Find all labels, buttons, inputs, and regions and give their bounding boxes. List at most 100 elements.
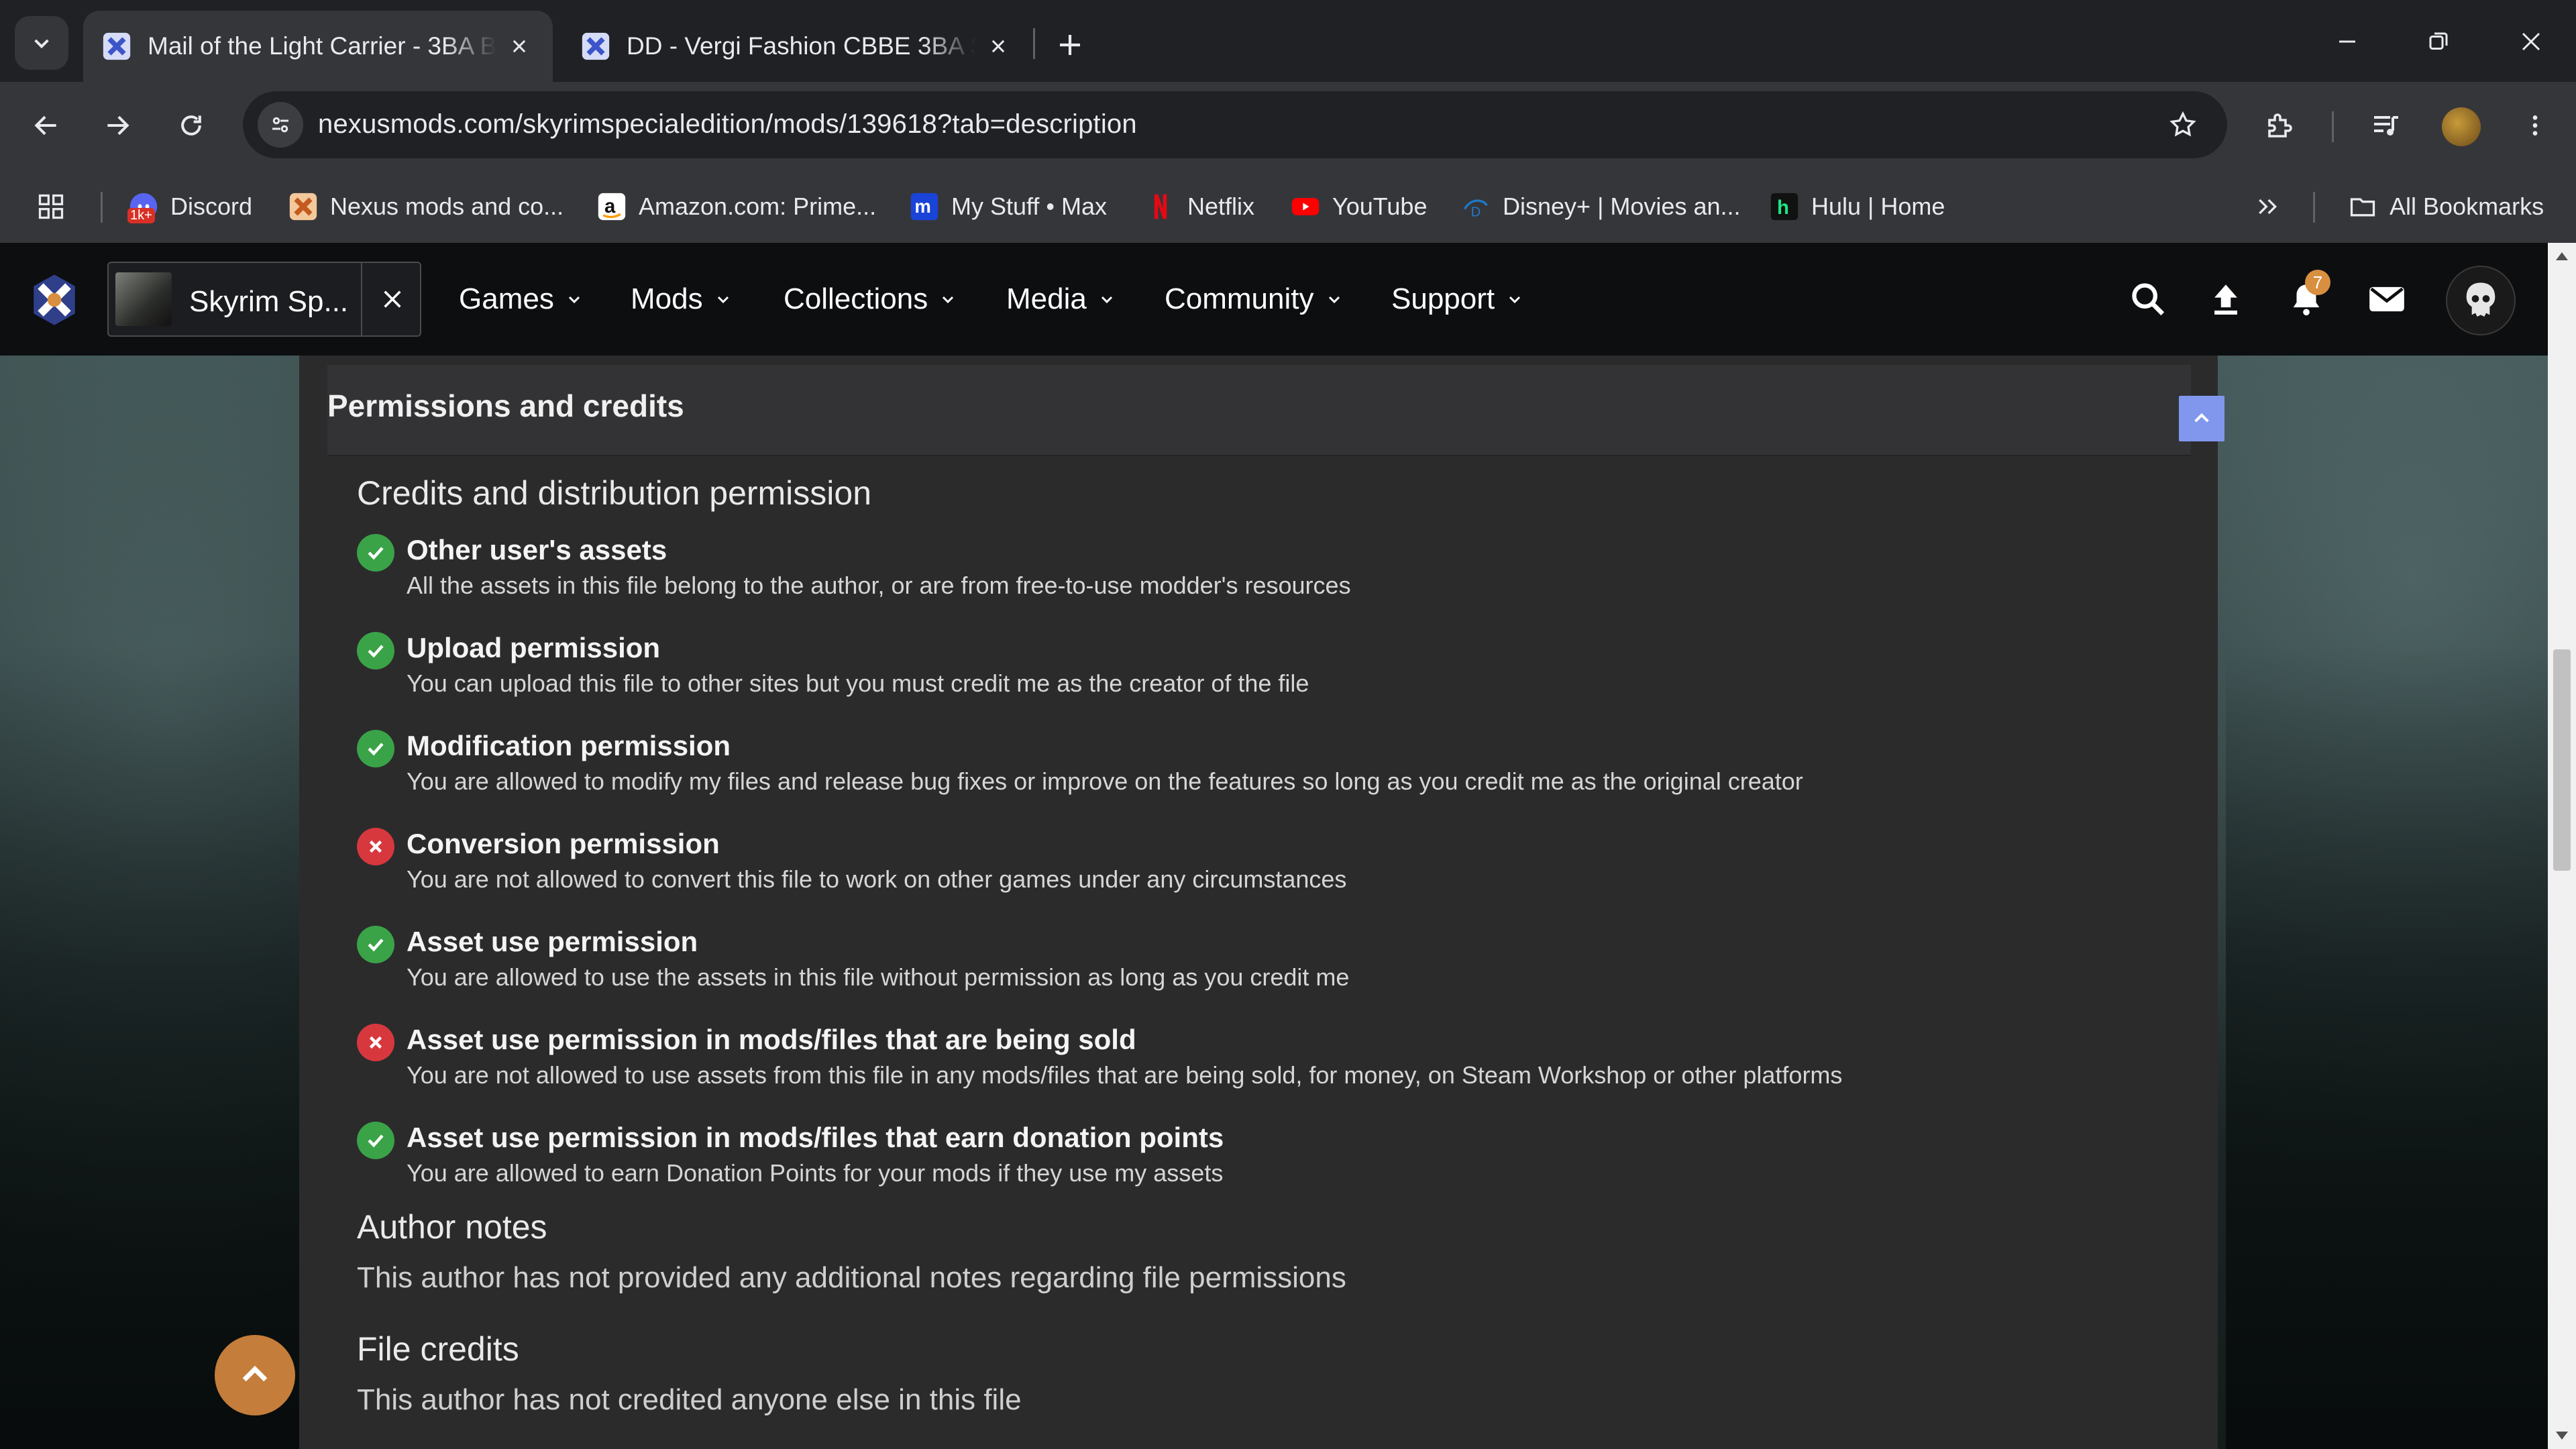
permission-item: Asset use permission You are allowed to … — [357, 915, 2168, 996]
nexus-logo-icon[interactable] — [27, 272, 82, 327]
youtube-icon — [1291, 192, 1320, 221]
address-bar[interactable]: nexusmods.com/skyrimspecialedition/mods/… — [243, 91, 2227, 158]
permission-description: You are allowed to earn Donation Points … — [407, 1159, 1224, 1187]
permission-title: Modification permission — [407, 730, 731, 761]
disney-icon: D — [1461, 192, 1491, 221]
tab-close-icon[interactable] — [983, 32, 1013, 61]
nexus-icon — [288, 192, 318, 221]
amazon-icon: a — [597, 192, 627, 221]
nav-media[interactable]: Media — [1006, 280, 1115, 318]
close-window-button[interactable] — [2501, 15, 2561, 68]
scrollbar-thumb[interactable] — [2553, 649, 2571, 871]
background-forest-left — [0, 644, 322, 1449]
bookmark-max[interactable]: m My Stuff • Max — [910, 188, 1107, 225]
nav-games[interactable]: Games — [459, 280, 582, 318]
reload-icon — [181, 115, 201, 136]
check-icon — [357, 926, 394, 963]
permissions-panel: Permissions and credits Credits and dist… — [299, 356, 2224, 1449]
nav-community[interactable]: Community — [1165, 280, 1342, 318]
max-icon: m — [910, 192, 939, 221]
nav-label: Community — [1165, 282, 1314, 315]
check-icon — [357, 534, 394, 572]
permission-item: Other user's assets All the assets in th… — [357, 523, 2168, 604]
profile-avatar[interactable] — [2442, 107, 2481, 146]
new-tab-button[interactable] — [1046, 21, 1093, 68]
apps-button[interactable] — [36, 188, 66, 225]
browser-menu-button[interactable] — [2514, 105, 2556, 146]
tab-search-button[interactable] — [15, 16, 68, 70]
minimize-button[interactable] — [2317, 15, 2377, 68]
forward-button[interactable] — [94, 102, 141, 149]
check-icon — [357, 632, 394, 669]
site-info-button[interactable] — [258, 102, 303, 148]
bookmark-label: Netflix — [1187, 193, 1255, 220]
permission-title: Asset use permission — [407, 926, 698, 957]
user-avatar[interactable] — [2446, 266, 2516, 335]
page-scrollbar[interactable] — [2548, 243, 2576, 1449]
bookmark-label: My Stuff • Max — [951, 193, 1107, 220]
clear-game-button[interactable] — [361, 263, 423, 335]
chevron-down-icon — [566, 291, 582, 307]
nav-support[interactable]: Support — [1391, 280, 1523, 318]
permission-item: Conversion permission You are not allowe… — [357, 817, 2168, 898]
tab-close-icon[interactable] — [504, 32, 534, 61]
bookmark-star-button[interactable] — [2164, 106, 2202, 144]
bookmark-label: Amazon.com: Prime... — [639, 193, 877, 220]
scroll-up-arrow-icon[interactable] — [2556, 252, 2568, 260]
search-icon — [2132, 283, 2165, 316]
check-icon — [357, 730, 394, 767]
restore-button[interactable] — [2408, 15, 2469, 68]
bookmark-netflix[interactable]: Netflix — [1146, 188, 1254, 225]
cross-icon — [357, 1024, 394, 1061]
toolbar-divider — [2332, 111, 2334, 142]
kebab-menu-icon — [2532, 115, 2538, 136]
nav-mods[interactable]: Mods — [631, 280, 731, 318]
upload-button[interactable] — [2202, 275, 2250, 323]
svg-text:D: D — [1471, 205, 1481, 220]
nav-label: Collections — [784, 282, 928, 315]
nav-label: Games — [459, 282, 554, 315]
tab-divider — [1033, 28, 1035, 59]
tab-inactive[interactable]: DD - Vergi Fashion CBBE 3BA SE — [562, 11, 1032, 82]
bookmark-disney[interactable]: D Disney+ | Movies an... — [1461, 188, 1741, 225]
discord-badge: 1k+ — [127, 208, 155, 223]
notification-badge: 7 — [2305, 270, 2330, 295]
media-control-button[interactable] — [2365, 105, 2407, 146]
section-header[interactable]: Permissions and credits — [327, 365, 2224, 456]
bookmark-hulu[interactable]: h Hulu | Home — [1770, 188, 1945, 225]
messages-button[interactable] — [2363, 275, 2411, 323]
permission-description: All the assets in this file belong to th… — [407, 572, 1351, 599]
bookmark-youtube[interactable]: YouTube — [1291, 188, 1427, 225]
apps-grid-icon — [38, 194, 64, 219]
scroll-down-arrow-icon[interactable] — [2556, 1432, 2568, 1440]
reload-button[interactable] — [168, 102, 215, 149]
permission-title: Conversion permission — [407, 828, 720, 859]
bookmark-discord[interactable]: 1k+ Discord — [127, 188, 252, 225]
collapse-button[interactable] — [2179, 396, 2224, 441]
back-button[interactable] — [23, 102, 70, 149]
bookmarks-overflow-button[interactable] — [2254, 188, 2281, 225]
svg-text:m: m — [914, 196, 930, 217]
permission-description: You are allowed to use the assets in thi… — [407, 963, 1350, 991]
svg-text:a: a — [604, 195, 616, 217]
file-credits-heading: File credits — [357, 1330, 519, 1368]
restore-icon — [2429, 32, 2448, 50]
bookmark-nexus[interactable]: Nexus mods and co... — [288, 188, 564, 225]
bookmark-amazon[interactable]: a Amazon.com: Prime... — [597, 188, 876, 225]
bookmark-label: YouTube — [1332, 193, 1428, 220]
permission-title: Other user's assets — [407, 534, 667, 566]
netflix-icon — [1146, 192, 1175, 221]
bookmarks-divider — [101, 192, 103, 223]
extensions-button[interactable] — [2259, 105, 2301, 146]
cross-icon — [357, 828, 394, 865]
tab-active[interactable]: Mail of the Light Carrier - 3BA Bodyslid… — [83, 11, 553, 82]
mail-icon — [2369, 286, 2404, 312]
nav-collections[interactable]: Collections — [784, 280, 956, 318]
tab-title: DD - Vergi Fashion CBBE 3BA SE — [627, 32, 975, 60]
game-selector[interactable]: Skyrim Sp... — [107, 262, 421, 337]
tune-icon — [272, 117, 288, 133]
chevron-up-icon — [242, 1365, 268, 1382]
all-bookmarks-button[interactable]: All Bookmarks — [2348, 188, 2544, 225]
back-to-top-button[interactable] — [215, 1335, 295, 1415]
site-search-button[interactable] — [2124, 275, 2172, 323]
